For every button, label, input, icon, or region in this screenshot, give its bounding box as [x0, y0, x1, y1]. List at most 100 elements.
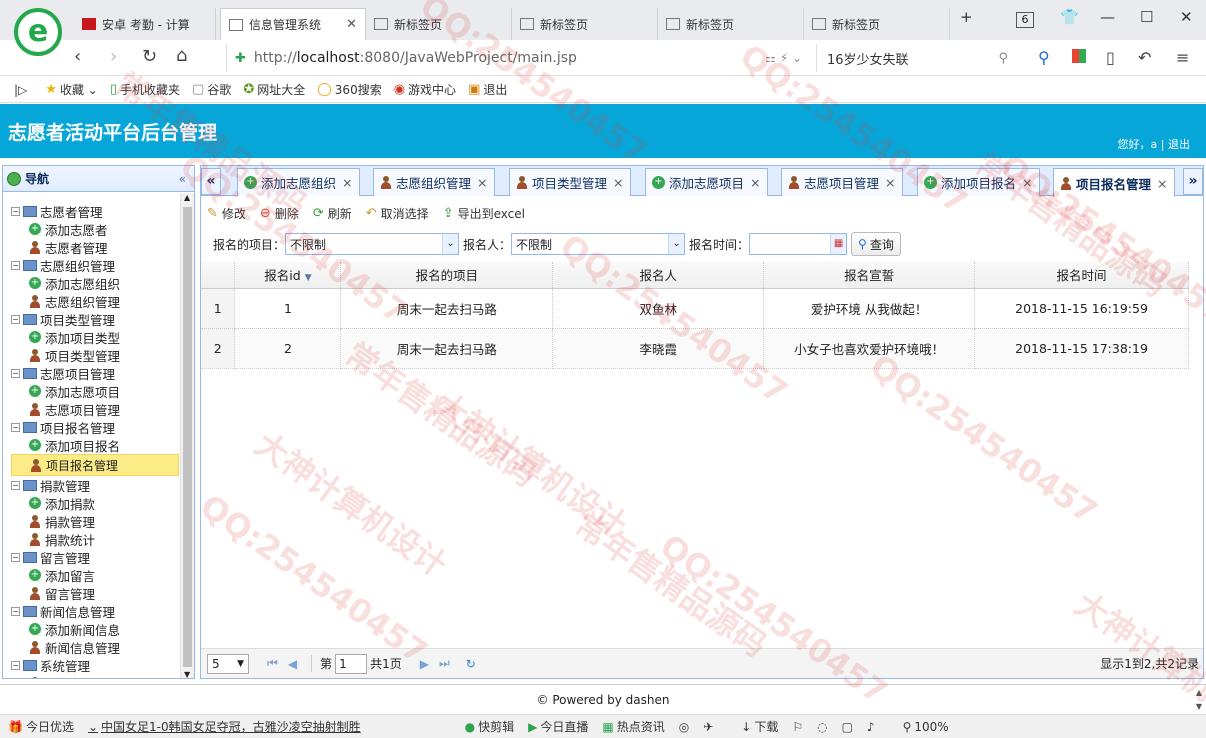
sidebar-group[interactable]: − 留言管理: [11, 548, 179, 566]
sidebar-group[interactable]: − 志愿者管理: [11, 202, 179, 220]
sidebar-group[interactable]: − 志愿项目管理: [11, 364, 179, 382]
browser-logo-icon[interactable]: e: [14, 8, 62, 56]
collapse-toggle-icon[interactable]: −: [11, 660, 20, 670]
maximize-icon[interactable]: ☐: [1140, 8, 1153, 26]
col-header-oath[interactable]: 报名宣誓: [763, 262, 976, 289]
sidebar-toggle-icon[interactable]: |▷: [14, 83, 27, 97]
collapse-toggle-icon[interactable]: −: [11, 206, 20, 216]
close-icon[interactable]: ×: [1022, 175, 1032, 190]
query-button[interactable]: ⚲ 查询: [851, 232, 901, 256]
collapse-toggle-icon[interactable]: −: [11, 480, 20, 490]
tab-signup-manage[interactable]: 项目报名管理 ×: [1053, 168, 1175, 197]
sidebar-group[interactable]: − 新闻信息管理: [11, 602, 179, 620]
last-page-icon[interactable]: ⏭: [439, 656, 450, 671]
close-icon[interactable]: ×: [750, 175, 760, 190]
scroll-down-icon[interactable]: ▼: [1196, 702, 1202, 711]
sidebar-item[interactable]: 修改密码: [11, 674, 179, 678]
forward-icon[interactable]: ›: [110, 46, 117, 67]
search-button-icon[interactable]: ⚲: [1038, 48, 1050, 67]
sidebar-item[interactable]: 捐款管理: [11, 512, 179, 530]
browser-tab-6[interactable]: 新标签页: [804, 8, 950, 40]
sidebar-group[interactable]: − 志愿组织管理: [11, 256, 179, 274]
col-header-project[interactable]: 报名的项目: [340, 262, 554, 289]
sidebar-item[interactable]: 项目报名管理: [11, 454, 179, 476]
page-size-select[interactable]: 5 ▼: [207, 653, 249, 674]
collapse-icon[interactable]: «: [179, 172, 186, 186]
table-row[interactable]: 2 2 周末一起去扫马路 李晓霞 小女子也喜欢爱护环境哦！ 2018-11-15…: [201, 328, 1189, 369]
sidebar-item[interactable]: 志愿者管理: [11, 238, 179, 256]
collapse-toggle-icon[interactable]: −: [11, 422, 20, 432]
status-download[interactable]: ↓ 下载: [741, 718, 778, 735]
sidebar-group[interactable]: − 项目类型管理: [11, 310, 179, 328]
home-icon[interactable]: ⌂: [176, 45, 187, 66]
cancel-select-button[interactable]: ↶ 取消选择: [366, 205, 429, 222]
sidebar-group[interactable]: − 捐款管理: [11, 476, 179, 494]
sidebar-item[interactable]: + 添加留言: [11, 566, 179, 584]
next-page-icon[interactable]: ▶: [420, 657, 429, 671]
export-excel-button[interactable]: ⇪ 导出到excel: [443, 205, 525, 222]
apps-icon[interactable]: [1072, 48, 1086, 67]
first-page-icon[interactable]: ⏮: [267, 656, 278, 671]
sidebar-item[interactable]: + 添加志愿项目: [11, 382, 179, 400]
collapse-toggle-icon[interactable]: −: [11, 368, 20, 378]
sidebar-item[interactable]: + 添加项目类型: [11, 328, 179, 346]
tabs-scroll-right-icon[interactable]: »: [1183, 168, 1203, 195]
tab-project-manage[interactable]: 志愿项目管理 ×: [781, 168, 903, 196]
bookmark-games[interactable]: ◉ 游戏中心: [394, 81, 456, 98]
url-bar[interactable]: ✚ http://localhost:8080/JavaWebProject/m…: [226, 44, 812, 72]
collapse-toggle-icon[interactable]: −: [11, 260, 20, 270]
search-input[interactable]: 16岁少女失联 ⚲: [816, 44, 1016, 72]
sidebar-group[interactable]: − 项目报名管理: [11, 418, 179, 436]
scroll-up-icon[interactable]: ▲: [1196, 688, 1202, 697]
browser-tab-3[interactable]: 新标签页: [366, 8, 512, 40]
scroll-up-icon[interactable]: ▲: [184, 193, 190, 202]
undo-icon[interactable]: ↶: [1138, 48, 1151, 67]
grid-menu-icon[interactable]: ⚏ ⚡ ⌄: [765, 51, 802, 65]
close-icon[interactable]: ×: [1157, 176, 1167, 191]
sidebar-item[interactable]: 留言管理: [11, 584, 179, 602]
tab-count-badge[interactable]: 6: [1016, 12, 1034, 28]
time-input[interactable]: ▦: [749, 233, 848, 255]
status-daily-picks[interactable]: 🎁 今日优选: [8, 718, 74, 735]
bookmark-360[interactable]: ◯ 360搜索: [317, 81, 381, 98]
bookmark-google[interactable]: ▢ 谷歌: [192, 81, 231, 98]
sidebar-item[interactable]: + 添加志愿组织: [11, 274, 179, 292]
sidebar-item[interactable]: 志愿项目管理: [11, 400, 179, 418]
browser-tab-4[interactable]: 新标签页: [512, 8, 658, 40]
sidebar-item[interactable]: 新闻信息管理: [11, 638, 179, 656]
minimize-icon[interactable]: —: [1100, 8, 1115, 26]
scroll-down-icon[interactable]: ▼: [184, 670, 190, 678]
close-icon[interactable]: ×: [342, 175, 352, 190]
status-zoom[interactable]: ⚲ 100%: [903, 720, 949, 734]
tab-org-manage[interactable]: 志愿组织管理 ×: [373, 168, 495, 196]
sidebar-scrollbar[interactable]: ▲ ▼: [180, 193, 194, 678]
sidebar-item[interactable]: 志愿组织管理: [11, 292, 179, 310]
status-misc-icons[interactable]: ⚐◌▢♪: [792, 720, 888, 734]
collapse-toggle-icon[interactable]: −: [11, 552, 20, 562]
tablet-icon[interactable]: ▯: [1106, 48, 1115, 67]
reload-page-icon[interactable]: ↻: [466, 657, 476, 671]
collapse-toggle-icon[interactable]: −: [11, 314, 20, 324]
edit-button[interactable]: ✎ 修改: [207, 205, 246, 222]
col-header-person[interactable]: 报名人: [552, 262, 765, 289]
back-icon[interactable]: ‹: [74, 46, 81, 67]
col-header-time[interactable]: 报名时间: [974, 262, 1189, 289]
shirt-icon[interactable]: 👕: [1060, 8, 1079, 26]
status-tools[interactable]: ◎✈: [679, 720, 728, 734]
tab-type-manage[interactable]: 项目类型管理 ×: [509, 168, 631, 196]
person-select[interactable]: 不限制 ⌄: [511, 233, 686, 255]
menu-icon[interactable]: ≡: [1176, 48, 1189, 67]
reload-icon[interactable]: ↻: [142, 46, 157, 67]
bookmark-exit[interactable]: ▣ 退出: [468, 81, 507, 98]
prev-page-icon[interactable]: ◀: [288, 657, 297, 671]
sidebar-item[interactable]: + 添加新闻信息: [11, 620, 179, 638]
bookmark-mobile[interactable]: ▯ 手机收藏夹: [110, 81, 180, 98]
user-greeting[interactable]: 您好，a | 退出: [1118, 136, 1190, 152]
tab-add-project[interactable]: + 添加志愿项目 ×: [645, 168, 768, 196]
collapse-toggle-icon[interactable]: −: [11, 606, 20, 616]
search-icon[interactable]: ⚲: [998, 51, 1008, 66]
tab-add-org[interactable]: + 添加志愿组织 ×: [237, 168, 360, 196]
browser-tab-1[interactable]: 安卓 考勤 - 计算: [74, 8, 216, 40]
tabs-scroll-left-icon[interactable]: «: [201, 168, 221, 195]
browser-tab-2[interactable]: 信息管理系统 ✕: [220, 8, 366, 40]
